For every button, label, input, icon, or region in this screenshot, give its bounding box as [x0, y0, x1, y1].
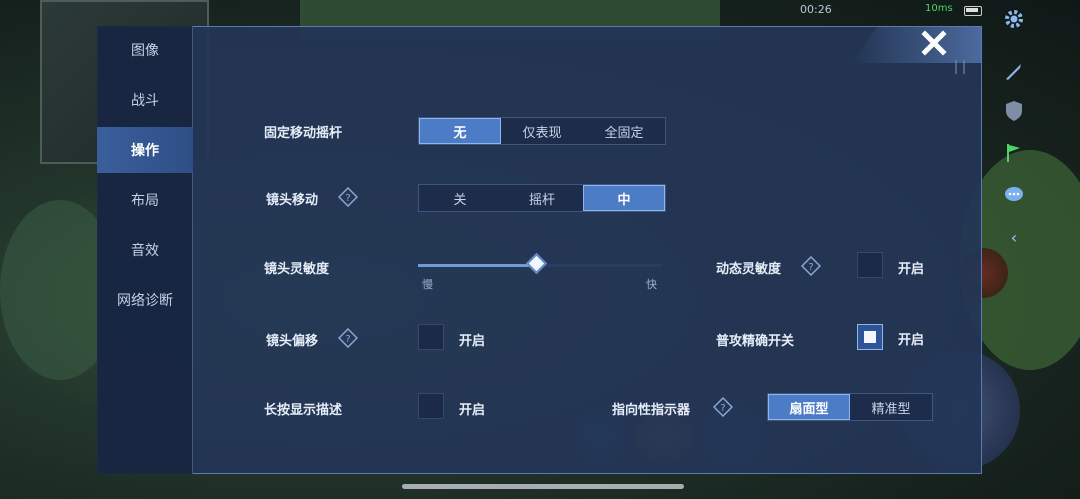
chevron-left-icon[interactable]: ‹	[1001, 224, 1027, 250]
camera-offset-checkbox[interactable]	[418, 324, 444, 350]
dynamic-sensitivity-checkbox[interactable]	[857, 252, 883, 278]
direction-option-fan[interactable]: 扇面型	[768, 394, 850, 420]
fixed-joystick-label: 固定移动摇杆	[264, 126, 343, 141]
camera-move-option-off[interactable]: 关	[419, 185, 501, 211]
close-button[interactable]	[918, 28, 950, 58]
svg-text:?: ?	[720, 403, 725, 414]
fixed-joystick-option-full[interactable]: 全固定	[583, 118, 665, 144]
help-icon[interactable]: ?	[338, 328, 358, 348]
long-press-checkbox[interactable]	[418, 393, 444, 419]
sidebar-item-controls[interactable]: 操作	[97, 127, 193, 173]
status-time: 00:26	[800, 3, 832, 16]
settings-sidebar: 图像 战斗 操作 布局 音效 网络诊断	[97, 26, 193, 474]
help-icon[interactable]: ?	[338, 187, 358, 207]
battery-icon	[964, 6, 982, 16]
precise-attack-checkbox[interactable]	[857, 324, 883, 350]
home-indicator[interactable]	[402, 484, 684, 489]
gear-icon[interactable]	[1001, 6, 1027, 32]
slider-min-label: 慢	[422, 278, 433, 291]
fixed-joystick-selector: 无 仅表现 全固定	[418, 117, 666, 145]
shield-icon[interactable]	[1001, 98, 1027, 124]
fixed-joystick-option-visual[interactable]: 仅表现	[501, 118, 583, 144]
sidebar-item-audio[interactable]: 音效	[97, 227, 193, 273]
help-icon[interactable]: ?	[713, 397, 733, 417]
precise-attack-label: 普攻精确开关	[716, 334, 795, 349]
svg-text:?: ?	[808, 262, 813, 273]
svg-text:?: ?	[345, 334, 350, 345]
sidebar-item-network[interactable]: 网络诊断	[97, 277, 193, 323]
camera-move-selector: 关 摇杆 中	[418, 184, 666, 212]
close-icon	[921, 30, 947, 56]
precise-attack-toggle-label: 开启	[898, 333, 925, 348]
svg-text:?: ?	[345, 193, 350, 204]
dynamic-sensitivity-toggle-label: 开启	[898, 262, 925, 277]
direction-option-precise[interactable]: 精准型	[850, 394, 932, 420]
fixed-joystick-option-none[interactable]: 无	[419, 118, 501, 144]
camera-offset-toggle-label: 开启	[459, 334, 486, 349]
chat-icon[interactable]	[1001, 182, 1027, 208]
camera-move-option-joystick[interactable]: 摇杆	[501, 185, 583, 211]
camera-sensitivity-slider[interactable]	[418, 252, 661, 275]
camera-move-option-medium[interactable]: 中	[583, 185, 665, 211]
camera-sensitivity-label: 镜头灵敏度	[264, 262, 330, 277]
direction-indicator-selector: 扇面型 精准型	[767, 393, 933, 421]
status-ping: 10ms	[925, 3, 953, 14]
camera-move-label: 镜头移动	[266, 193, 319, 208]
dynamic-sensitivity-label: 动态灵敏度	[716, 262, 782, 277]
slider-max-label: 快	[646, 278, 657, 291]
long-press-toggle-label: 开启	[459, 403, 486, 418]
sidebar-item-layout[interactable]: 布局	[97, 177, 193, 223]
panel-header-decoration	[851, 27, 981, 63]
help-icon[interactable]: ?	[801, 256, 821, 276]
sidebar-item-combat[interactable]: 战斗	[97, 77, 193, 123]
direction-indicator-label: 指向性指示器	[612, 403, 691, 418]
flag-icon[interactable]	[1001, 140, 1027, 166]
sword-icon[interactable]	[1001, 58, 1027, 84]
sidebar-item-graphics[interactable]: 图像	[97, 27, 193, 73]
long-press-label: 长按显示描述	[264, 403, 343, 418]
camera-offset-label: 镜头偏移	[266, 334, 319, 349]
scroll-indicator	[955, 60, 965, 74]
slider-fill	[418, 264, 538, 267]
